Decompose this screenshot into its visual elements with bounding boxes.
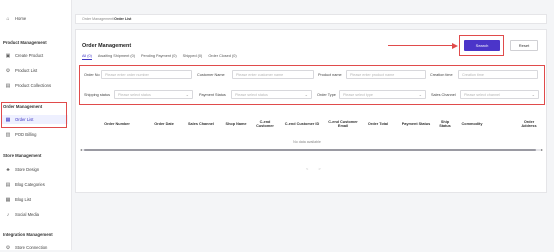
column-header[interactable]: Order Total — [362, 113, 394, 135]
scroll-right-icon[interactable]: ▸ — [541, 147, 543, 152]
customer-name-label: Customer Name — [197, 73, 225, 77]
sidebar-item-label: Blog Categories — [15, 182, 45, 187]
sidebar-item-label: Create Product — [15, 53, 44, 58]
column-header[interactable]: C-end Customer ID — [281, 113, 323, 135]
next-page-button[interactable]: > — [318, 166, 320, 171]
order-type-select[interactable]: Please select type ⌄ — [339, 90, 426, 99]
breadcrumb-parent[interactable]: Order Management/ — [82, 17, 114, 21]
column-header[interactable]: Order Number — [92, 113, 142, 135]
column-header[interactable]: Order Address — [517, 113, 541, 135]
order-no-input[interactable]: Please enter order number — [101, 70, 192, 79]
scrollbar-thumb[interactable] — [84, 149, 536, 151]
social-media-icon: ♪ — [6, 211, 10, 218]
order-management-highlight — [1, 102, 67, 128]
prev-page-button[interactable]: < — [306, 166, 308, 171]
product-name-input[interactable]: Please enter product name — [346, 70, 426, 79]
sidebar-item-create-product[interactable]: ▣ Create Product — [2, 51, 68, 60]
create-product-icon: ▣ — [5, 52, 11, 59]
reset-button[interactable]: Reset — [510, 40, 538, 51]
sidebar-item-label: Blog List — [15, 197, 32, 202]
shipping-status-select[interactable]: Please select status ⌄ — [114, 90, 193, 99]
column-header[interactable]: Sales Channel — [182, 113, 220, 135]
sidebar-item-pod-billing[interactable]: ▥ POD Billing — [2, 130, 68, 139]
breadcrumb-current: Order List — [114, 17, 132, 21]
sidebar: ⌂ Home Product Management ▣ Create Product… — [0, 0, 72, 252]
sidebar-item-label: Store Connection — [15, 245, 48, 250]
order-type-label: Order Type — [317, 93, 336, 97]
column-header[interactable]: C-end Customer — [253, 113, 277, 135]
table-scrollbar[interactable] — [82, 149, 542, 151]
sidebar-section-product: Product Management — [3, 40, 47, 45]
blog-list-icon: ▦ — [5, 196, 11, 203]
sidebar-item-label: POD Billing — [15, 132, 37, 137]
column-header[interactable]: Payment Status — [397, 113, 435, 135]
chevron-down-icon: ⌄ — [418, 92, 422, 97]
table-header: Order Number Order Date Sales Channel Sh… — [82, 113, 544, 135]
sales-channel-select[interactable]: Please select channel ⌄ — [460, 90, 539, 99]
customer-name-input[interactable]: Please enter customer name — [232, 70, 314, 79]
tab-order-closed[interactable]: Order Closed (0) — [208, 54, 236, 60]
collections-icon: ▤ — [5, 82, 11, 89]
search-button[interactable]: Search — [464, 40, 500, 51]
sidebar-item-product-collections[interactable]: ▤ Product Collections — [2, 81, 68, 90]
sidebar-item-blog-categories[interactable]: ▤ Blog Categories — [2, 180, 68, 189]
creation-time-input[interactable]: Creation time — [458, 70, 538, 79]
store-design-icon: ♣ — [6, 166, 10, 173]
billing-icon: ▥ — [5, 131, 11, 138]
order-tabs: All (0) Awaiting Shipment (0) Pending Pa… — [82, 54, 237, 60]
annotation-arrow-head — [452, 42, 458, 49]
tab-shipped[interactable]: Shipped (0) — [183, 54, 203, 60]
sidebar-section-integration: Integration Management — [3, 232, 53, 237]
order-no-label: Order No — [84, 73, 100, 77]
annotation-arrow-line — [388, 45, 454, 47]
sidebar-item-product-list[interactable]: ⚙ Product List — [2, 66, 68, 75]
chevron-down-icon: ⌄ — [304, 92, 308, 97]
empty-table-message: No data available — [293, 140, 321, 144]
chevron-down-icon: ⌄ — [531, 92, 535, 97]
sidebar-item-social-media[interactable]: ♪ Social Media — [2, 210, 68, 219]
column-header[interactable]: Shop Name — [222, 113, 250, 135]
tab-awaiting-shipment[interactable]: Awaiting Shipment (0) — [98, 54, 135, 60]
blog-categories-icon: ▤ — [5, 181, 11, 188]
pagination: < > — [306, 166, 321, 171]
creation-time-label: Creation time — [430, 73, 453, 77]
column-header[interactable]: C-end Customer Email — [327, 113, 359, 135]
tab-pending-payment[interactable]: Pending Payment (0) — [141, 54, 177, 60]
sidebar-item-label: Social Media — [15, 212, 39, 217]
sidebar-item-blog-list[interactable]: ▦ Blog List — [2, 195, 68, 204]
product-name-label: Product name — [318, 73, 342, 77]
sidebar-item-label: Product List — [15, 68, 38, 73]
sidebar-section-store: Store Management — [3, 153, 42, 158]
page-title: Order Management — [82, 43, 132, 49]
sidebar-item-store-design[interactable]: ♣ Store Design — [2, 165, 68, 174]
main-content: Order Management/Order List Order Manage… — [75, 0, 554, 250]
shipping-status-label: Shipping status — [84, 93, 110, 97]
sidebar-item-home[interactable]: ⌂ Home — [2, 14, 68, 23]
payment-status-label: Payment Status — [199, 93, 226, 97]
order-panel: Order Management All (0) Awaiting Shipme… — [75, 29, 547, 193]
sidebar-item-label: Product Collections — [15, 83, 52, 88]
sidebar-item-label: Store Design — [15, 167, 40, 172]
chevron-down-icon: ⌄ — [185, 92, 189, 97]
breadcrumb: Order Management/Order List — [75, 14, 547, 24]
sidebar-item-store-connection[interactable]: ⚙ Store Connection — [2, 243, 68, 252]
home-icon: ⌂ — [6, 15, 10, 22]
tab-all[interactable]: All (0) — [82, 54, 92, 60]
column-header[interactable]: Ship Status — [438, 113, 452, 135]
payment-status-select[interactable]: Please select status ⌄ — [231, 90, 312, 99]
sales-channel-label: Sales Channel — [431, 93, 456, 97]
sidebar-item-label: Home — [15, 16, 27, 21]
column-header[interactable]: Commodity — [457, 113, 487, 135]
column-header[interactable]: Order Date — [148, 113, 180, 135]
product-list-icon: ⚙ — [5, 67, 11, 74]
